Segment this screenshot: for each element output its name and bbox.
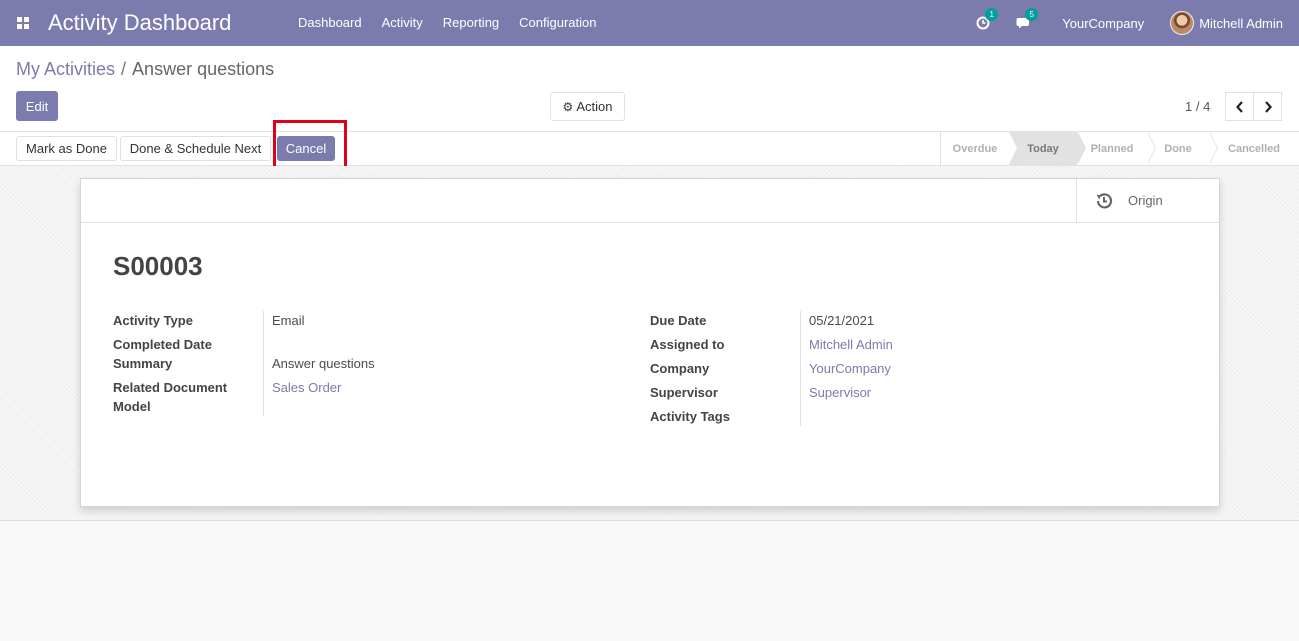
chevron-left-icon — [1235, 100, 1243, 113]
button-box: Origin — [81, 179, 1219, 223]
form-sheet: Origin S00003 Activity Type Email Comple… — [80, 178, 1220, 507]
menu-dashboard[interactable]: Dashboard — [288, 0, 372, 46]
systray: 1 5 YourCompany Mitchell Admin — [976, 0, 1299, 46]
stage-overdue[interactable]: Overdue — [941, 132, 1018, 165]
stage-bar: Overdue Today Planned Done Cancelled — [940, 132, 1299, 165]
action-button[interactable]: ⚙ Action — [550, 92, 625, 121]
activity-type-label: Activity Type — [113, 313, 193, 328]
supervisor-label: Supervisor — [650, 385, 718, 400]
assigned-to-label: Assigned to — [650, 337, 725, 352]
supervisor-value[interactable]: Supervisor — [809, 383, 871, 402]
breadcrumb: My Activities / Answer questions — [16, 59, 274, 80]
stage-label: Overdue — [952, 142, 998, 155]
app-title: Activity Dashboard — [48, 10, 232, 35]
company-label: Company — [650, 361, 710, 376]
mark-as-done-button[interactable]: Mark as Done — [16, 136, 117, 161]
activity-count-badge: 1 — [985, 8, 999, 21]
company-switcher[interactable]: YourCompany — [1062, 16, 1144, 31]
stage-label: Today — [1027, 142, 1059, 155]
stage-planned[interactable]: Planned — [1077, 132, 1156, 165]
completed-date-label: Completed Date — [113, 337, 212, 352]
menu-activity[interactable]: Activity — [372, 0, 433, 46]
messages-menu-button[interactable]: 5 — [1016, 8, 1039, 30]
breadcrumb-current: Answer questions — [132, 59, 275, 79]
pager-value[interactable]: 1 / 4 — [1185, 99, 1210, 114]
breadcrumb-separator: / — [121, 59, 127, 79]
due-date-label: Due Date — [650, 313, 707, 328]
origin-label: Origin — [1128, 193, 1163, 208]
user-menu[interactable]: Mitchell Admin — [1170, 11, 1283, 35]
breadcrumb-my-activities[interactable]: My Activities — [16, 59, 115, 80]
statusbar: Mark as Done Done & Schedule Next Cancel… — [0, 132, 1299, 166]
right-field-group: Due Date 05/21/2021 Assigned to Mitchell… — [650, 311, 1170, 426]
chevron-right-icon — [1264, 100, 1272, 113]
menu-configuration[interactable]: Configuration — [509, 0, 606, 46]
stage-label: Cancelled — [1228, 142, 1280, 155]
apps-menu-icon[interactable] — [0, 0, 46, 46]
avatar — [1170, 11, 1195, 35]
pager-previous-button[interactable] — [1225, 92, 1254, 121]
gear-icon: ⚙ — [562, 99, 574, 114]
summary-value: Answer questions — [272, 356, 375, 371]
stage-label: Planned — [1090, 142, 1134, 155]
done-schedule-next-button[interactable]: Done & Schedule Next — [120, 136, 271, 161]
top-navbar: Activity Dashboard Dashboard Activity Re… — [0, 0, 1299, 46]
stage-today[interactable]: Today — [1009, 132, 1086, 165]
action-label: Action — [576, 99, 613, 114]
assigned-to-value[interactable]: Mitchell Admin — [809, 335, 893, 354]
main-menu: Dashboard Activity Reporting Configurati… — [288, 0, 606, 46]
edit-button[interactable]: Edit — [16, 91, 58, 121]
stage-cancelled[interactable]: Cancelled — [1209, 132, 1299, 165]
stage-label: Done — [1164, 142, 1192, 155]
left-field-group: Activity Type Email Completed Date Summa… — [113, 311, 633, 416]
origin-smart-button[interactable]: Origin — [1076, 179, 1219, 222]
menu-reporting[interactable]: Reporting — [433, 0, 509, 46]
message-count-badge: 5 — [1025, 8, 1039, 21]
pager-next-button[interactable] — [1253, 92, 1282, 121]
related-document-model-value[interactable]: Sales Order — [272, 378, 341, 397]
due-date-value: 05/21/2021 — [809, 313, 875, 328]
chatter-area — [0, 521, 1299, 641]
control-panel: My Activities / Answer questions Edit ⚙ … — [0, 46, 1299, 132]
stage-done[interactable]: Done — [1147, 132, 1218, 165]
history-icon — [1096, 192, 1113, 208]
related-document-model-label: Related Document Model — [113, 380, 228, 414]
summary-label: Summary — [113, 356, 173, 371]
activity-tags-label: Activity Tags — [650, 409, 730, 424]
activity-type-value: Email — [272, 313, 305, 328]
user-name: Mitchell Admin — [1199, 15, 1283, 31]
company-value[interactable]: YourCompany — [809, 359, 891, 378]
activity-menu-button[interactable]: 1 — [976, 8, 999, 30]
record-title: S00003 — [113, 251, 203, 281]
